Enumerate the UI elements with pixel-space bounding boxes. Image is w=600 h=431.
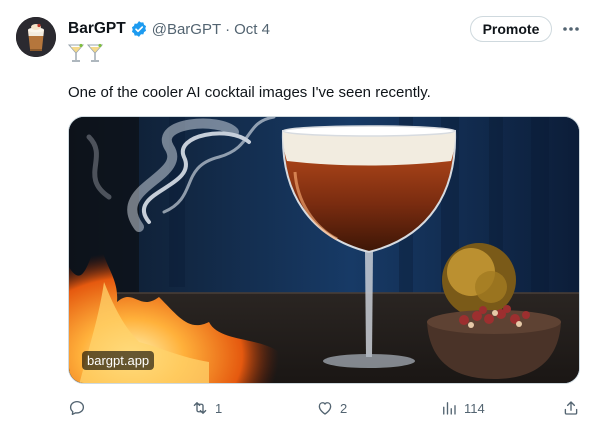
reply-button[interactable] <box>68 396 92 420</box>
tweet-date[interactable]: Oct 4 <box>234 21 270 38</box>
retweet-button[interactable]: 1 <box>191 396 222 420</box>
account-name[interactable]: BarGPT <box>68 20 126 38</box>
views-count: 114 <box>464 400 485 416</box>
tweet-text: One of the cooler AI cocktail images I'v… <box>68 84 431 101</box>
heart-icon <box>318 402 332 415</box>
retweet-icon <box>193 402 207 414</box>
share-button[interactable] <box>562 396 580 420</box>
reply-icon <box>69 400 85 416</box>
views-bar-chart-icon <box>443 402 456 415</box>
tweet-header: BarGPT @BarGPT · Oct 4 <box>68 18 270 40</box>
avatar[interactable] <box>16 17 56 57</box>
media-watermark: bargpt.app <box>82 351 155 370</box>
like-count: 2 <box>340 400 348 416</box>
separator-dot: · <box>225 20 231 38</box>
like-button[interactable]: 2 <box>316 396 347 420</box>
action-bar: 1 2 114 <box>0 396 600 420</box>
views-button[interactable]: 114 <box>440 396 485 420</box>
tweet[interactable]: BarGPT @BarGPT · Oct 4 Promote One of th… <box>0 0 600 431</box>
promote-button[interactable]: Promote <box>470 16 552 42</box>
share-icon <box>564 401 578 415</box>
account-handle[interactable]: @BarGPT <box>152 21 221 38</box>
bio-emoji-row <box>68 43 103 65</box>
avatar-cocktail-icon <box>16 17 56 57</box>
verified-badge-icon <box>130 20 148 38</box>
tweet-media-image[interactable]: bargpt.app <box>68 116 580 384</box>
cocktail-glass-icon <box>68 43 84 62</box>
retweet-count: 1 <box>215 400 223 416</box>
cocktail-photo-image <box>69 117 579 383</box>
more-options-icon[interactable] <box>560 18 582 40</box>
cocktail-glass-icon <box>87 43 103 62</box>
